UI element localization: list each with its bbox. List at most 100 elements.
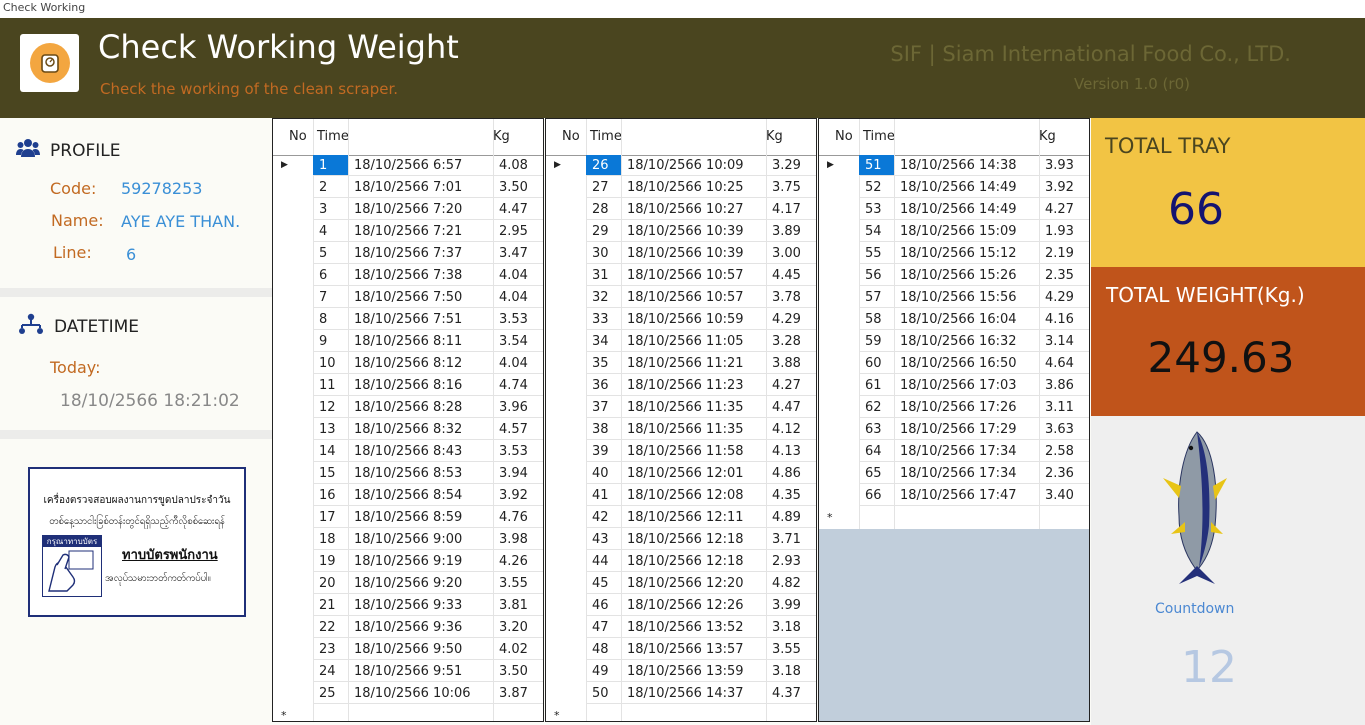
- column-header-time[interactable]: Time: [863, 129, 895, 144]
- table-row[interactable]: 15 18/10/2566 8:53 3.94: [273, 463, 543, 485]
- cell-time[interactable]: 18/10/2566 16:04: [894, 309, 1039, 330]
- cell-kg[interactable]: 4.76: [493, 507, 543, 528]
- cell-kg[interactable]: 2.58: [1039, 441, 1089, 462]
- cell-time[interactable]: 18/10/2566 9:50: [348, 639, 493, 660]
- new-row[interactable]: *: [546, 705, 816, 721]
- cell-time[interactable]: 18/10/2566 8:12: [348, 353, 493, 374]
- cell-kg[interactable]: 4.29: [766, 309, 816, 330]
- cell-no[interactable]: 1: [313, 155, 348, 176]
- column-header-time[interactable]: Time: [590, 129, 622, 144]
- cell-kg[interactable]: 3.40: [1039, 485, 1089, 506]
- cell-time[interactable]: 18/10/2566 15:26: [894, 265, 1039, 286]
- cell-kg[interactable]: 3.00: [766, 243, 816, 264]
- table-row[interactable]: 9 18/10/2566 8:11 3.54: [273, 331, 543, 353]
- cell-time[interactable]: 18/10/2566 10:25: [621, 177, 766, 198]
- cell-time[interactable]: 18/10/2566 13:57: [621, 639, 766, 660]
- table-row[interactable]: 29 18/10/2566 10:39 3.89: [546, 221, 816, 243]
- table-row[interactable]: 12 18/10/2566 8:28 3.96: [273, 397, 543, 419]
- cell-no[interactable]: 23: [313, 639, 348, 660]
- cell-no[interactable]: 21: [313, 595, 348, 616]
- records-grid-2[interactable]: No Time Kg ▶ 26 18/10/2566 10:09 3.29 27 18/10/2…: [545, 118, 817, 722]
- cell-kg[interactable]: 3.53: [493, 309, 543, 330]
- cell-kg[interactable]: 4.04: [493, 353, 543, 374]
- cell-kg[interactable]: 3.14: [1039, 331, 1089, 352]
- cell-kg[interactable]: 3.81: [493, 595, 543, 616]
- cell-no[interactable]: 66: [859, 485, 894, 506]
- cell-kg[interactable]: 3.28: [766, 331, 816, 352]
- cell-time[interactable]: 18/10/2566 10:57: [621, 265, 766, 286]
- cell-kg[interactable]: 4.47: [493, 199, 543, 220]
- table-row[interactable]: 66 18/10/2566 17:47 3.40: [819, 485, 1089, 507]
- cell-kg[interactable]: 3.71: [766, 529, 816, 550]
- cell-kg[interactable]: 4.02: [493, 639, 543, 660]
- cell-kg[interactable]: 3.87: [493, 683, 543, 704]
- cell-kg[interactable]: 3.92: [1039, 177, 1089, 198]
- cell-time[interactable]: 18/10/2566 10:39: [621, 243, 766, 264]
- new-row[interactable]: *: [273, 705, 543, 721]
- cell-time[interactable]: 18/10/2566 9:00: [348, 529, 493, 550]
- table-row[interactable]: 64 18/10/2566 17:34 2.58: [819, 441, 1089, 463]
- cell-time[interactable]: 18/10/2566 8:16: [348, 375, 493, 396]
- cell-time[interactable]: 18/10/2566 7:20: [348, 199, 493, 220]
- cell-no[interactable]: 24: [313, 661, 348, 682]
- table-row[interactable]: 6 18/10/2566 7:38 4.04: [273, 265, 543, 287]
- cell-no[interactable]: 34: [586, 331, 621, 352]
- table-row[interactable]: 32 18/10/2566 10:57 3.78: [546, 287, 816, 309]
- cell-time[interactable]: 18/10/2566 11:05: [621, 331, 766, 352]
- cell-kg[interactable]: 3.92: [493, 485, 543, 506]
- cell-kg[interactable]: 4.37: [766, 683, 816, 704]
- cell-kg[interactable]: 1.93: [1039, 221, 1089, 242]
- table-row[interactable]: 19 18/10/2566 9:19 4.26: [273, 551, 543, 573]
- cell-time[interactable]: 18/10/2566 11:21: [621, 353, 766, 374]
- cell-no[interactable]: 49: [586, 661, 621, 682]
- cell-no[interactable]: 6: [313, 265, 348, 286]
- cell-kg[interactable]: 4.57: [493, 419, 543, 440]
- cell-time[interactable]: 18/10/2566 13:52: [621, 617, 766, 638]
- table-row[interactable]: 56 18/10/2566 15:26 2.35: [819, 265, 1089, 287]
- cell-time[interactable]: 18/10/2566 10:59: [621, 309, 766, 330]
- cell-no[interactable]: 27: [586, 177, 621, 198]
- table-row[interactable]: 27 18/10/2566 10:25 3.75: [546, 177, 816, 199]
- cell-kg[interactable]: 4.17: [766, 199, 816, 220]
- cell-no[interactable]: 47: [586, 617, 621, 638]
- cell-kg[interactable]: 4.74: [493, 375, 543, 396]
- cell-time[interactable]: 18/10/2566 17:47: [894, 485, 1039, 506]
- cell-no[interactable]: 38: [586, 419, 621, 440]
- cell-kg[interactable]: 3.54: [493, 331, 543, 352]
- cell-time[interactable]: 18/10/2566 7:01: [348, 177, 493, 198]
- cell-kg[interactable]: 4.04: [493, 287, 543, 308]
- cell-no[interactable]: 8: [313, 309, 348, 330]
- cell-kg[interactable]: 4.45: [766, 265, 816, 286]
- cell-no[interactable]: 62: [859, 397, 894, 418]
- cell-no[interactable]: 5: [313, 243, 348, 264]
- cell-kg[interactable]: 3.93: [1039, 155, 1089, 176]
- cell-no[interactable]: 28: [586, 199, 621, 220]
- cell-no[interactable]: 40: [586, 463, 621, 484]
- cell-no[interactable]: 41: [586, 485, 621, 506]
- table-row[interactable]: 40 18/10/2566 12:01 4.86: [546, 463, 816, 485]
- cell-kg[interactable]: 4.47: [766, 397, 816, 418]
- cell-kg[interactable]: 2.19: [1039, 243, 1089, 264]
- table-row[interactable]: 22 18/10/2566 9:36 3.20: [273, 617, 543, 639]
- cell-kg[interactable]: 3.55: [766, 639, 816, 660]
- cell-time[interactable]: 18/10/2566 13:59: [621, 661, 766, 682]
- cell-no[interactable]: 39: [586, 441, 621, 462]
- table-row[interactable]: 4 18/10/2566 7:21 2.95: [273, 221, 543, 243]
- cell-time[interactable]: 18/10/2566 14:49: [894, 199, 1039, 220]
- cell-kg[interactable]: 2.36: [1039, 463, 1089, 484]
- cell-time[interactable]: 18/10/2566 7:21: [348, 221, 493, 242]
- cell-time[interactable]: 18/10/2566 9:33: [348, 595, 493, 616]
- cell-kg[interactable]: 3.99: [766, 595, 816, 616]
- table-row[interactable]: 48 18/10/2566 13:57 3.55: [546, 639, 816, 661]
- table-row[interactable]: 38 18/10/2566 11:35 4.12: [546, 419, 816, 441]
- cell-no[interactable]: 61: [859, 375, 894, 396]
- records-grid-3[interactable]: No Time Kg ▶ 51 18/10/2566 14:38 3.93 52 18/10/2…: [818, 118, 1090, 722]
- cell-time[interactable]: 18/10/2566 10:09: [621, 155, 766, 176]
- cell-time[interactable]: 18/10/2566 8:11: [348, 331, 493, 352]
- table-row[interactable]: 37 18/10/2566 11:35 4.47: [546, 397, 816, 419]
- cell-kg[interactable]: 2.95: [493, 221, 543, 242]
- cell-kg[interactable]: 3.18: [766, 661, 816, 682]
- cell-time[interactable]: 18/10/2566 15:12: [894, 243, 1039, 264]
- cell-time[interactable]: 18/10/2566 16:50: [894, 353, 1039, 374]
- cell-kg[interactable]: 3.50: [493, 177, 543, 198]
